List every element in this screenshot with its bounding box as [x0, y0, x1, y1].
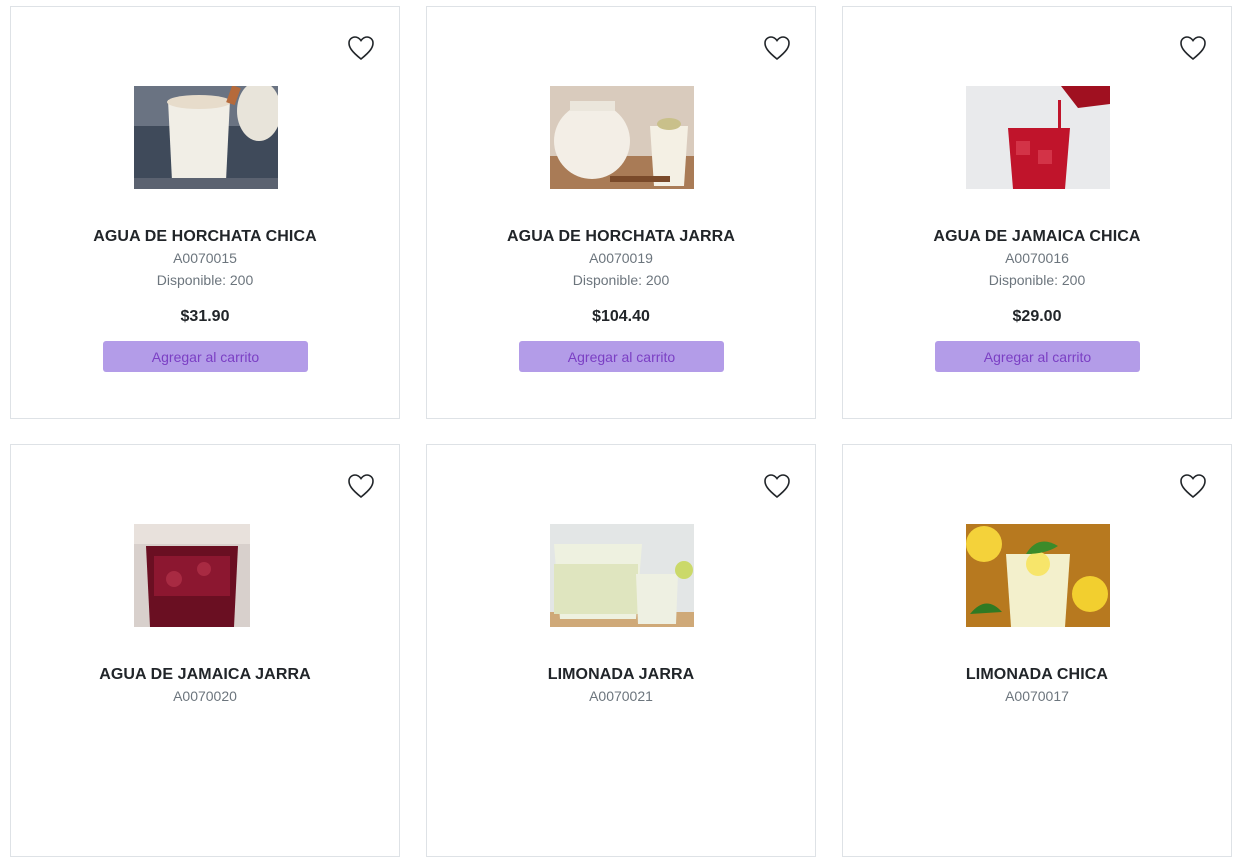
heart-outline-icon[interactable]: [1179, 35, 1207, 61]
product-stock: Disponible: 200: [988, 272, 1086, 288]
product-name[interactable]: AGUA DE HORCHATA JARRA: [427, 228, 815, 246]
heart-outline-icon[interactable]: [347, 473, 375, 499]
product-name[interactable]: LIMONADA CHICA: [843, 666, 1231, 684]
add-to-cart-button[interactable]: Agregar al carrito: [935, 341, 1140, 372]
product-image[interactable]: [134, 524, 250, 627]
product-price: $104.40: [592, 308, 650, 325]
heart-outline-icon[interactable]: [1179, 473, 1207, 499]
product-code: A0070021: [589, 688, 653, 704]
product-stock: Disponible: 200: [572, 272, 670, 288]
product-price: $29.00: [1012, 308, 1062, 325]
product-code: A0070017: [1005, 688, 1069, 704]
product-card: AGUA DE JAMAICA CHICA A0070016 Disponibl…: [842, 6, 1232, 419]
heart-outline-icon[interactable]: [763, 35, 791, 61]
product-card: LIMONADA CHICA A0070017: [842, 444, 1232, 857]
product-price: $31.90: [180, 308, 230, 325]
add-to-cart-button[interactable]: Agregar al carrito: [103, 341, 308, 372]
product-card: AGUA DE JAMAICA JARRA A0070020: [10, 444, 400, 857]
add-to-cart-button[interactable]: Agregar al carrito: [519, 341, 724, 372]
heart-outline-icon[interactable]: [763, 473, 791, 499]
product-image[interactable]: [550, 524, 694, 627]
product-image[interactable]: [550, 86, 694, 189]
product-card: LIMONADA JARRA A0070021: [426, 444, 816, 857]
heart-outline-icon[interactable]: [347, 35, 375, 61]
product-name[interactable]: AGUA DE JAMAICA CHICA: [843, 228, 1231, 246]
product-code: A0070020: [173, 688, 237, 704]
product-code: A0070015: [173, 250, 237, 266]
product-stock: Disponible: 200: [156, 272, 254, 288]
product-card: AGUA DE HORCHATA CHICA A0070015 Disponib…: [10, 6, 400, 419]
product-code: A0070016: [1005, 250, 1069, 266]
product-image[interactable]: [966, 524, 1110, 627]
product-image[interactable]: [966, 86, 1110, 189]
product-card: AGUA DE HORCHATA JARRA A0070019 Disponib…: [426, 6, 816, 419]
product-name[interactable]: LIMONADA JARRA: [427, 666, 815, 684]
product-code: A0070019: [589, 250, 653, 266]
product-image[interactable]: [134, 86, 278, 189]
product-name[interactable]: AGUA DE JAMAICA JARRA: [11, 666, 399, 684]
product-name[interactable]: AGUA DE HORCHATA CHICA: [11, 228, 399, 246]
